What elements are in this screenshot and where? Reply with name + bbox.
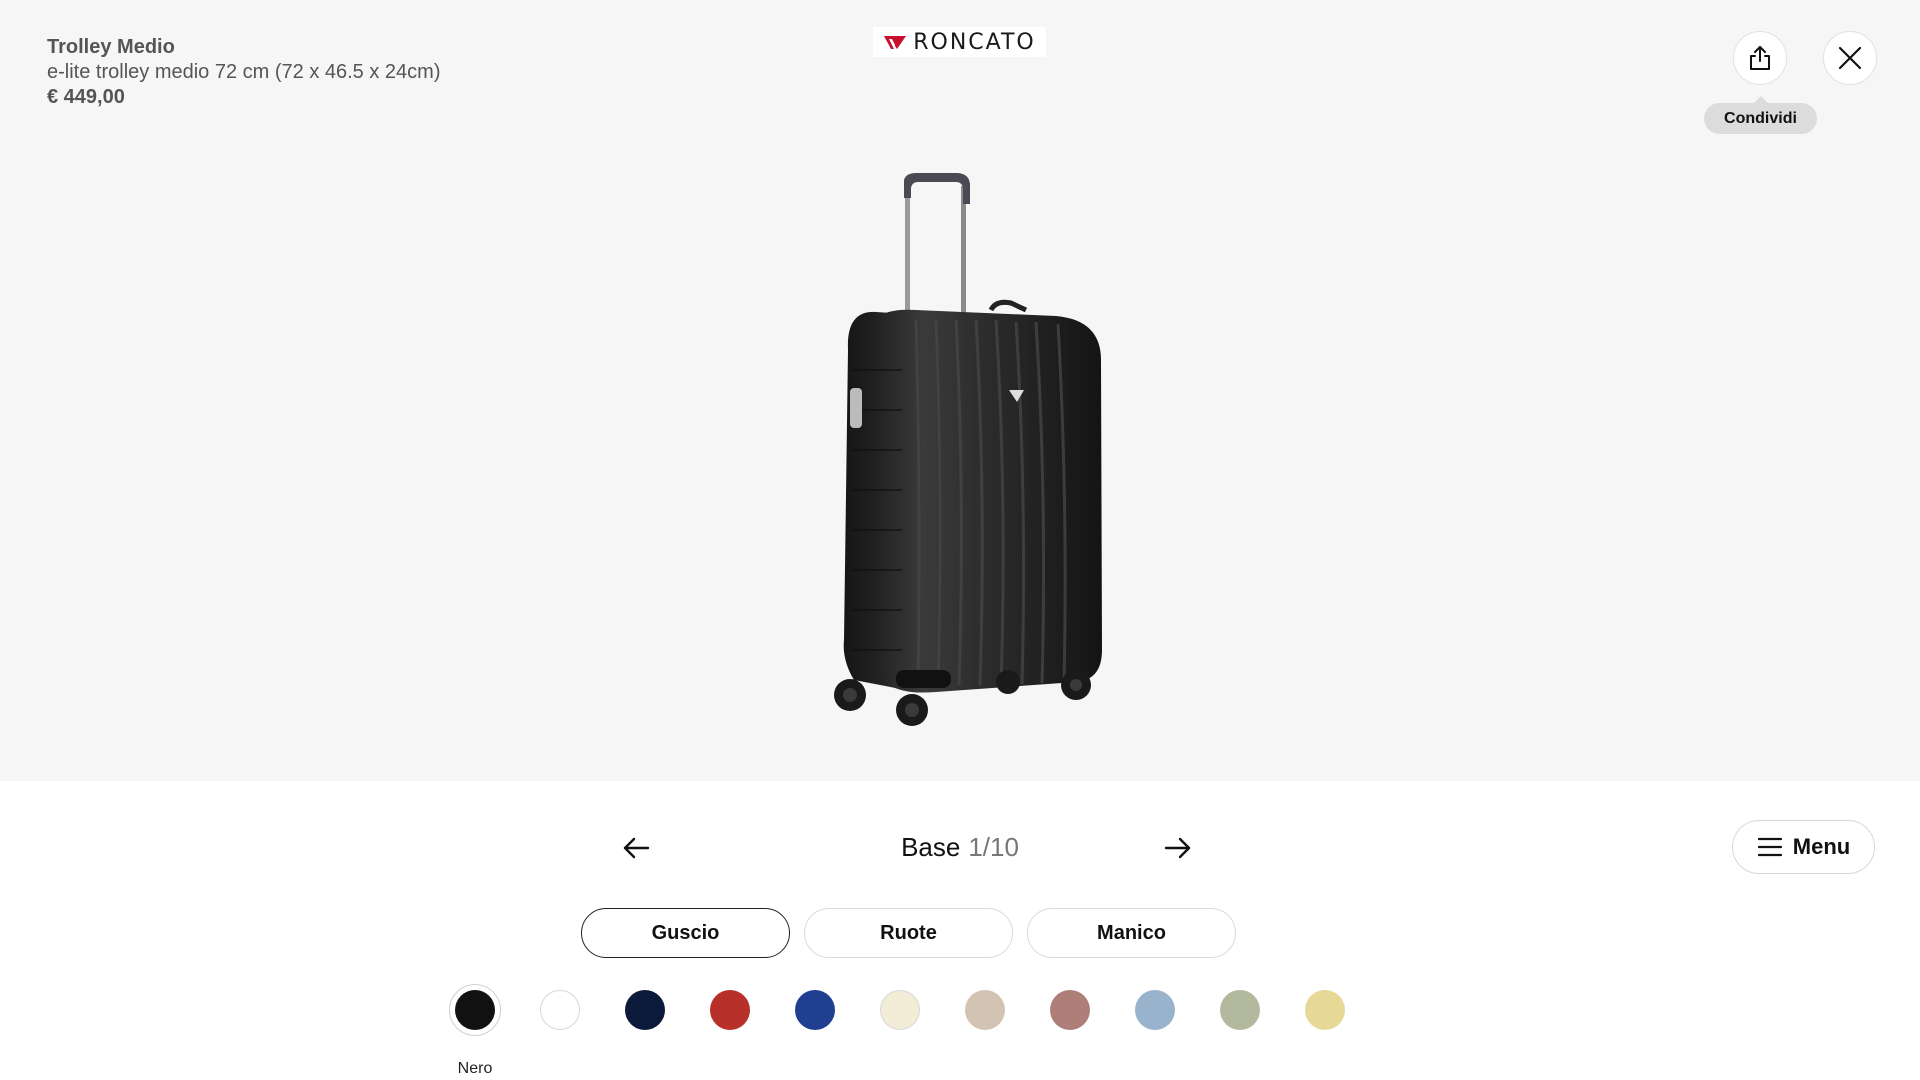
color-option (965, 990, 1005, 1045)
previous-step-button[interactable] (614, 826, 658, 870)
color-swatch[interactable] (795, 990, 835, 1030)
color-swatch[interactable] (540, 990, 580, 1030)
color-swatch[interactable] (1135, 990, 1175, 1030)
color-swatch[interactable] (455, 990, 495, 1030)
color-option (625, 990, 665, 1045)
brand-name: RONCATO (913, 29, 1036, 55)
arrow-left-icon (623, 837, 650, 859)
swatch-ring (704, 984, 756, 1036)
arrow-right-icon (1164, 837, 1191, 859)
color-option (710, 990, 750, 1045)
step-navigation: Base 1/10 (0, 820, 1920, 876)
step-name: Base (901, 832, 961, 862)
color-swatch[interactable] (1050, 990, 1090, 1030)
color-swatch[interactable] (880, 990, 920, 1030)
component-tabs: Guscio Ruote Manico (581, 908, 1236, 958)
product-description: e-lite trolley medio 72 cm (72 x 46.5 x … (47, 61, 441, 83)
product-stage: Trolley Medio e-lite trolley medio 72 cm… (0, 0, 1920, 781)
product-name: Trolley Medio (47, 36, 175, 58)
swatch-ring (1129, 984, 1181, 1036)
color-option (1135, 990, 1175, 1045)
color-swatch[interactable] (965, 990, 1005, 1030)
selected-color-label: Nero (457, 1060, 493, 1077)
color-swatches: Nero (449, 984, 1345, 1077)
brand-logo: RONCATO (873, 27, 1046, 57)
share-icon (1750, 46, 1770, 70)
next-step-button[interactable] (1156, 826, 1200, 870)
color-option (540, 990, 580, 1045)
swatch-ring (789, 984, 841, 1036)
luggage-image (834, 173, 1102, 726)
color-swatch[interactable] (1220, 990, 1260, 1030)
color-option: Nero (449, 984, 501, 1077)
swatch-ring (959, 984, 1011, 1036)
share-button[interactable] (1733, 31, 1787, 85)
swatch-ring (619, 984, 671, 1036)
swatch-ring (1044, 984, 1096, 1036)
swatch-ring (534, 984, 586, 1036)
tab-manico[interactable]: Manico (1027, 908, 1236, 958)
color-swatch[interactable] (625, 990, 665, 1030)
swatch-ring (1214, 984, 1266, 1036)
swatch-ring (874, 984, 926, 1036)
swatch-ring (1299, 984, 1351, 1036)
menu-button[interactable]: Menu (1732, 820, 1875, 874)
color-option (1220, 990, 1260, 1045)
tab-guscio[interactable]: Guscio (581, 908, 790, 958)
color-option (1050, 990, 1090, 1045)
step-indicator: Base 1/10 (760, 832, 1160, 863)
color-option (880, 990, 920, 1045)
product-price: € 449,00 (47, 86, 125, 108)
color-swatch[interactable] (710, 990, 750, 1030)
swatch-ring (449, 984, 501, 1036)
roncato-mark-icon (884, 36, 907, 49)
step-counter: 1/10 (968, 832, 1019, 862)
color-swatch[interactable] (1305, 990, 1345, 1030)
share-tooltip: Condividi (1704, 96, 1817, 134)
menu-label: Menu (1792, 834, 1851, 859)
color-option (795, 990, 835, 1045)
tab-ruote[interactable]: Ruote (804, 908, 1013, 958)
color-option (1305, 990, 1345, 1045)
hamburger-icon (1757, 837, 1782, 857)
close-button[interactable] (1823, 31, 1877, 85)
close-icon (1838, 46, 1862, 70)
product-info: Trolley Medio e-lite trolley medio 72 cm… (47, 35, 441, 110)
